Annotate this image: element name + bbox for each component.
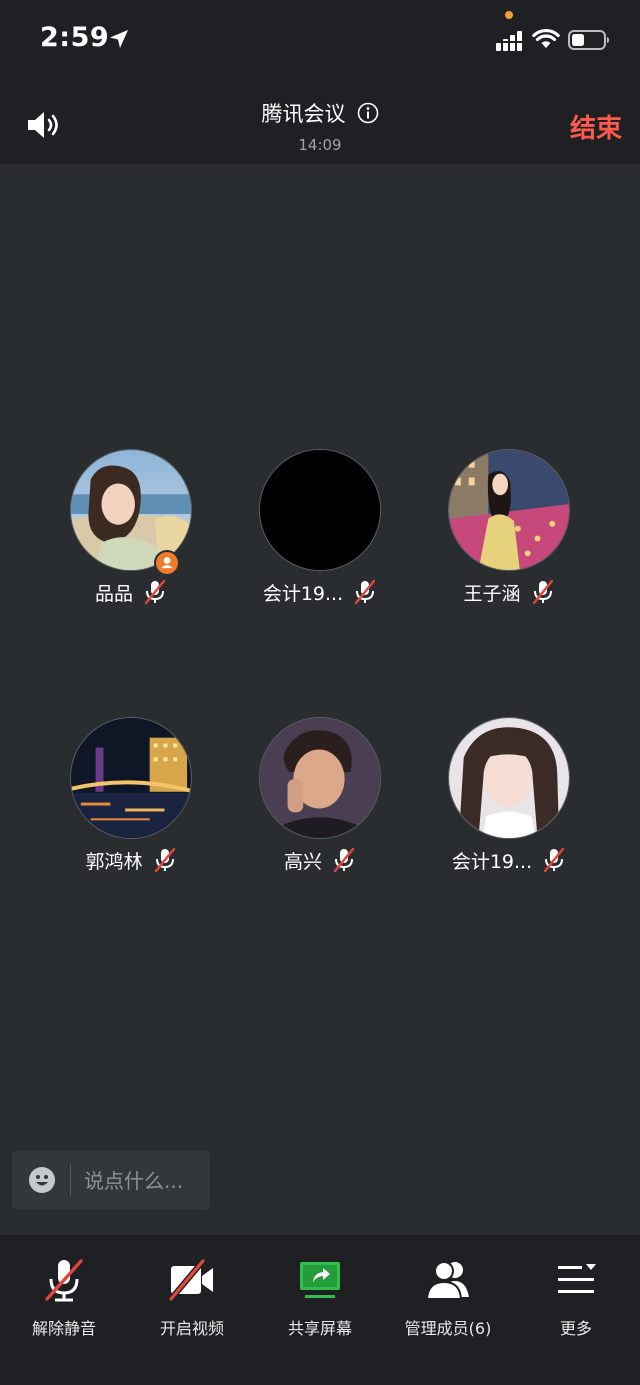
participant-tile[interactable]: 高兴 — [225, 717, 415, 875]
participant-name: 高兴 — [283, 850, 322, 873]
status-time: 2:59 — [40, 22, 110, 53]
participant-tile[interactable]: 会计19... — [225, 449, 415, 607]
more-icon — [558, 1264, 596, 1293]
chat-divider — [70, 1164, 71, 1196]
meeting-screen: 2:59 腾讯会议 14:09 结束 品品 会计19... 王子涵 郭鸿林 高兴… — [0, 0, 640, 1385]
participant-name: 品品 — [94, 582, 133, 605]
meeting-title: 腾讯会议 — [261, 102, 346, 126]
avatar — [448, 717, 570, 839]
wifi-icon — [532, 28, 560, 48]
participant-tile[interactable]: 品品 — [36, 449, 226, 607]
mic-muted-icon — [333, 847, 355, 873]
avatar — [259, 717, 381, 839]
bottom-toolbar: 解除静音 开启视频 共享屏幕 管理成员(6) 更多 — [0, 1235, 640, 1385]
share-screen-button[interactable]: 共享屏幕 — [256, 1257, 384, 1339]
participant-tile[interactable]: 郭鸿林 — [36, 717, 226, 875]
participant-name-row: 郭鸿林 — [36, 845, 226, 875]
status-bar: 2:59 — [0, 0, 640, 80]
video-off-icon — [169, 1259, 213, 1301]
participant-name: 会计19... — [451, 850, 533, 873]
chat-input-box[interactable] — [12, 1150, 210, 1210]
meeting-title-wrap: 腾讯会议 — [0, 98, 640, 128]
host-badge-icon — [154, 550, 180, 576]
participant-name-row: 王子涵 — [414, 577, 604, 607]
participant-name: 郭鸿林 — [85, 850, 143, 873]
chat-input[interactable] — [84, 1166, 204, 1196]
participant-name-row: 会计19... — [414, 845, 604, 875]
unmute-button[interactable]: 解除静音 — [0, 1257, 128, 1339]
members-icon — [425, 1261, 469, 1300]
avatar — [259, 449, 381, 571]
location-arrow-icon — [110, 30, 128, 48]
mic-muted-icon — [154, 847, 175, 873]
privacy-indicator-dot — [505, 11, 513, 19]
participant-tile[interactable]: 会计19... — [414, 717, 604, 875]
mic-muted-icon — [45, 1259, 83, 1302]
end-meeting-button[interactable]: 结束 — [570, 108, 622, 145]
participant-tile[interactable]: 王子涵 — [414, 449, 604, 607]
participant-name: 王子涵 — [463, 582, 521, 605]
share-screen-icon — [300, 1262, 340, 1298]
more-button[interactable]: 更多 — [512, 1257, 640, 1339]
start-video-label: 开启视频 — [159, 1319, 224, 1338]
battery-icon — [568, 30, 609, 50]
more-label: 更多 — [559, 1319, 592, 1338]
avatar — [448, 449, 570, 571]
cellular-signal-icon — [496, 31, 522, 51]
unmute-label: 解除静音 — [31, 1319, 96, 1338]
mic-muted-icon — [144, 579, 166, 605]
participant-name: 会计19... — [262, 582, 344, 605]
info-icon[interactable] — [357, 102, 379, 124]
participant-name-row: 高兴 — [225, 845, 415, 875]
manage-members-label: 管理成员(6) — [404, 1319, 492, 1338]
start-video-button[interactable]: 开启视频 — [128, 1257, 256, 1339]
meeting-duration: 14:09 — [298, 136, 342, 154]
share-screen-label: 共享屏幕 — [287, 1319, 352, 1338]
manage-members-button[interactable]: 管理成员(6) — [384, 1257, 512, 1339]
participant-name-row: 品品 — [36, 577, 226, 607]
meeting-header: 腾讯会议 14:09 结束 — [0, 80, 640, 164]
avatar — [70, 717, 192, 839]
participant-name-row: 会计19... — [225, 577, 415, 607]
mic-muted-icon — [354, 579, 376, 605]
emoji-icon[interactable] — [28, 1166, 56, 1194]
mic-muted-icon — [532, 579, 553, 605]
mic-muted-icon — [543, 847, 565, 873]
